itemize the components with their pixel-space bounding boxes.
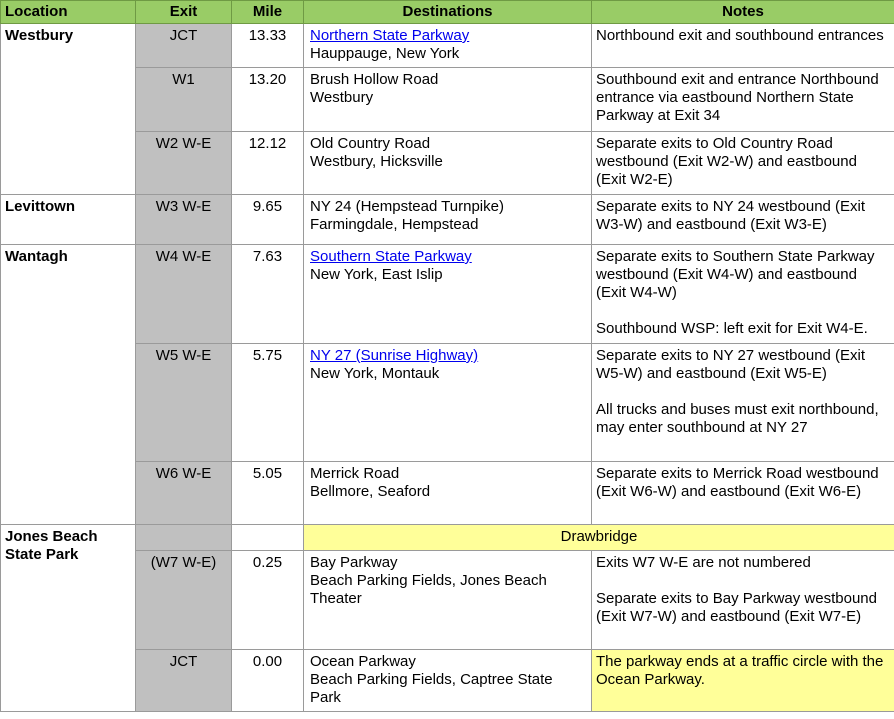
notes-text: Exits W7 W-E are not numbered [596,554,811,571]
mile-cell: 5.05 [231,461,304,525]
table-row: W2 W-E 12.12 Old Country Road Westbury, … [1,131,894,195]
notes-cell: Separate exits to Old Country Road westb… [591,131,894,195]
destination-control-cities: Westbury, Hicksville [310,153,443,170]
table-row: Westbury JCT 13.33 Northern State Parkwa… [0,23,894,195]
destination-cell: Southern State Parkway New York, East Is… [303,244,592,344]
destination-control-cities: New York, East Islip [310,266,443,283]
table-row: Levittown W3 W-E 9.65 NY 24 (Hempstead T… [0,194,894,245]
notes-cell: Exits W7 W-E are not numbered Separate e… [591,550,894,650]
exit-cell-empty [135,524,232,551]
destination-control-cities: Farmingdale, Hempstead [310,216,479,233]
table-row: Wantagh W4 W-E 7.63 Southern State Parkw… [0,244,894,525]
mile-cell: 0.00 [231,649,304,712]
exit-cell: JCT [135,23,232,68]
mile-cell: 5.75 [231,343,304,462]
destination-road: NY 24 (Hempstead Turnpike) [310,198,504,215]
exit-cell: W1 [135,67,232,132]
exit-cell: W3 W-E [135,194,232,245]
northern-state-parkway-link[interactable]: Northern State Parkway [310,27,469,44]
mile-cell: 13.33 [231,23,304,68]
mile-cell: 12.12 [231,131,304,195]
notes-cell: Southbound exit and entrance Northbound … [591,67,894,132]
notes-cell-highlighted: The parkway ends at a traffic circle wit… [591,649,894,712]
location-westbury: Westbury [0,23,136,195]
exit-cell: (W7 W-E) [135,550,232,650]
exit-cell: JCT [135,649,232,712]
destination-road: Merrick Road [310,465,400,482]
destination-cell: Brush Hollow Road Westbury [303,67,592,132]
ny-27-sunrise-highway-link[interactable]: NY 27 (Sunrise Highway) [310,347,478,364]
destination-control-cities: Hauppauge, New York [310,45,460,62]
header-exit: Exit [135,0,232,24]
notes-cell: Separate exits to Southern State Parkway… [591,244,894,344]
exit-cell: W2 W-E [135,131,232,195]
table-row: (W7 W-E) 0.25 Bay Parkway Beach Parking … [1,550,894,650]
destination-control-cities: New York, Montauk [310,365,440,382]
notes-text: The parkway ends at a traffic circle wit… [596,653,884,688]
mile-cell: 0.25 [231,550,304,650]
destination-cell: Bay Parkway Beach Parking Fields, Jones … [303,550,592,650]
location-wantagh: Wantagh [0,244,136,525]
destination-road: Old Country Road [310,135,431,152]
destination-cell: Old Country Road Westbury, Hicksville [303,131,592,195]
table-row: Jones Beach State Park Drawbridge [0,524,894,712]
notes-text: Separate exits to Merrick Road westbound… [596,465,879,500]
notes-cell: Separate exits to NY 24 westbound (Exit … [591,194,894,245]
southern-state-parkway-link[interactable]: Southern State Parkway [310,248,472,265]
notes-text: Separate exits to Southern State Parkway… [596,248,875,301]
notes-text: Separate exits to NY 27 westbound (Exit … [596,347,866,382]
header-location: Location [0,0,136,24]
notes-text: Southbound exit and entrance Northbound … [596,71,879,124]
destination-control-cities: Westbury [310,89,374,106]
destination-cell: NY 27 (Sunrise Highway) New York, Montau… [303,343,592,462]
destination-control-cities: Beach Parking Fields, Jones Beach Theate… [310,572,547,607]
drawbridge-banner: Drawbridge [303,524,894,551]
mile-cell-empty [231,524,304,551]
notes-text-secondary: All trucks and buses must exit northboun… [596,401,879,436]
exit-cell: W6 W-E [135,461,232,525]
destination-road: Ocean Parkway [310,653,416,670]
mile-cell: 7.63 [231,244,304,344]
notes-text: Separate exits to NY 24 westbound (Exit … [596,198,866,233]
destination-cell: Merrick Road Bellmore, Seaford [303,461,592,525]
mile-cell: 13.20 [231,67,304,132]
exit-cell: W4 W-E [135,244,232,344]
location-jones-beach: Jones Beach State Park [0,524,136,712]
table-row: W6 W-E 5.05 Merrick Road Bellmore, Seafo… [1,461,894,525]
notes-text: Separate exits to Old Country Road westb… [596,135,857,188]
destination-road: Bay Parkway [310,554,398,571]
destination-cell: NY 24 (Hempstead Turnpike) Farmingdale, … [303,194,592,245]
table-row: W1 13.20 Brush Hollow Road Westbury Sout… [1,67,894,132]
table-row: W5 W-E 5.75 NY 27 (Sunrise Highway) New … [1,343,894,462]
notes-cell: Northbound exit and southbound entrances [591,23,894,68]
destination-cell: Northern State Parkway Hauppauge, New Yo… [303,23,592,68]
destination-road: Brush Hollow Road [310,71,439,88]
destination-cell: Ocean Parkway Beach Parking Fields, Capt… [303,649,592,712]
destination-control-cities: Bellmore, Seaford [310,483,431,500]
mile-cell: 9.65 [231,194,304,245]
notes-cell: Separate exits to Merrick Road westbound… [591,461,894,525]
notes-text-secondary: Southbound WSP: left exit for Exit W4-E. [596,320,868,337]
header-mile: Mile [231,0,304,24]
header-notes: Notes [591,0,894,24]
table-row: JCT 0.00 Ocean Parkway Beach Parking Fie… [1,649,894,712]
notes-cell: Separate exits to NY 27 westbound (Exit … [591,343,894,462]
header-row: Location Exit Mile Destinations Notes [0,0,894,24]
exit-cell: W5 W-E [135,343,232,462]
location-levittown: Levittown [0,194,136,245]
notes-text-secondary: Separate exits to Bay Parkway westbound … [596,590,877,625]
notes-text: Northbound exit and southbound entrances [596,27,884,44]
header-destinations: Destinations [303,0,592,24]
destination-control-cities: Beach Parking Fields, Captree State Park [310,671,553,706]
exit-list-table: Location Exit Mile Destinations Notes We… [0,0,894,712]
